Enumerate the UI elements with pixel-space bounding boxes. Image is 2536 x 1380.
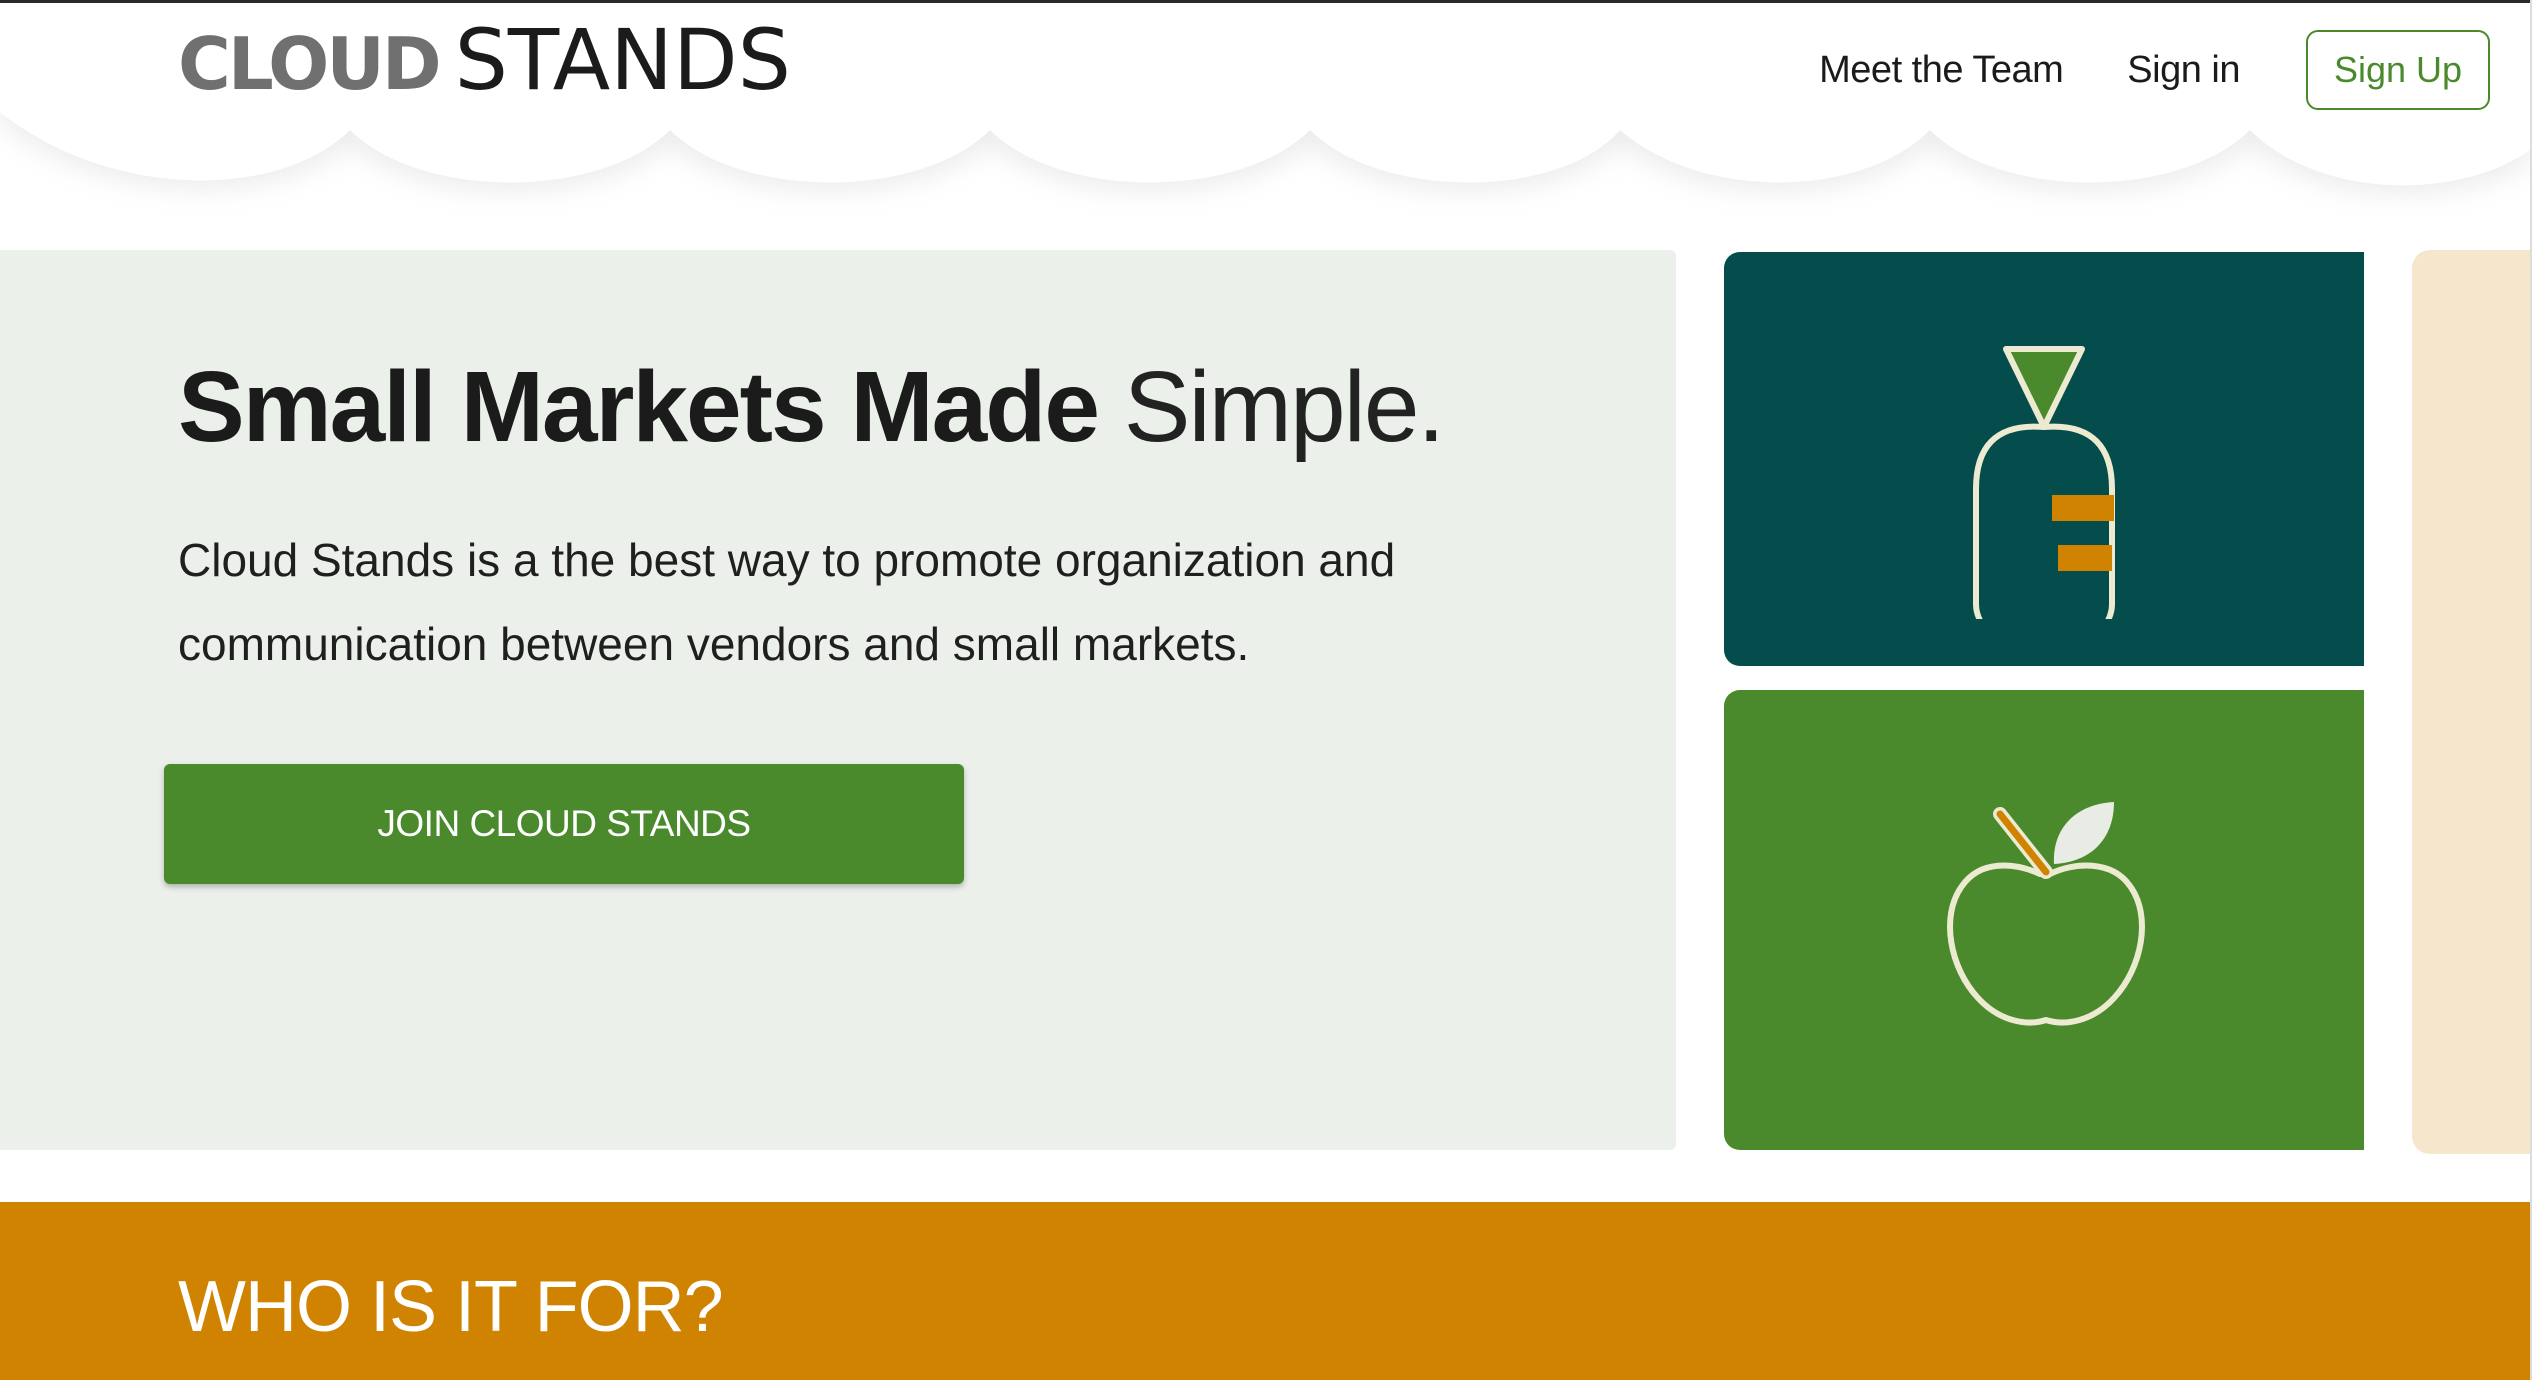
hero-title-bold: Small Markets Made [178,351,1100,463]
hero-title-light: Simple. [1123,351,1445,463]
logo-word-cloud: CLOUD [178,22,442,106]
peach-tile [2412,250,2534,1154]
carrot-tile [1724,252,2364,666]
join-cloud-stands-button[interactable]: JOIN CLOUD STANDS [164,764,964,884]
section-title: WHO IS IT FOR? [178,1267,724,1347]
hero-section: Small Markets Made Simple. Cloud Stands … [0,250,1676,1150]
sign-up-button[interactable]: Sign Up [2306,30,2490,110]
apple-tile [1724,690,2364,1150]
scrollbar-gutter [2530,0,2536,1380]
brand-logo[interactable]: CLOUD STANDS [178,18,791,128]
top-border [0,0,2536,3]
apple-icon [1947,802,2145,1026]
logo-word-stands: STANDS [454,11,792,109]
nav-meet-the-team[interactable]: Meet the Team [1819,49,2064,92]
carrot-icon [1973,346,2115,619]
top-nav: Meet the Team Sign in Sign Up [1819,28,2490,112]
nav-sign-in[interactable]: Sign in [2127,49,2240,92]
hero-title: Small Markets Made Simple. [178,350,1445,465]
who-is-it-for-section: WHO IS IT FOR? [0,1202,2530,1380]
hero-description: Cloud Stands is a the best way to promot… [178,534,1396,670]
landing-page: CLOUD STANDS Meet the Team Sign in Sign … [0,0,2536,1380]
